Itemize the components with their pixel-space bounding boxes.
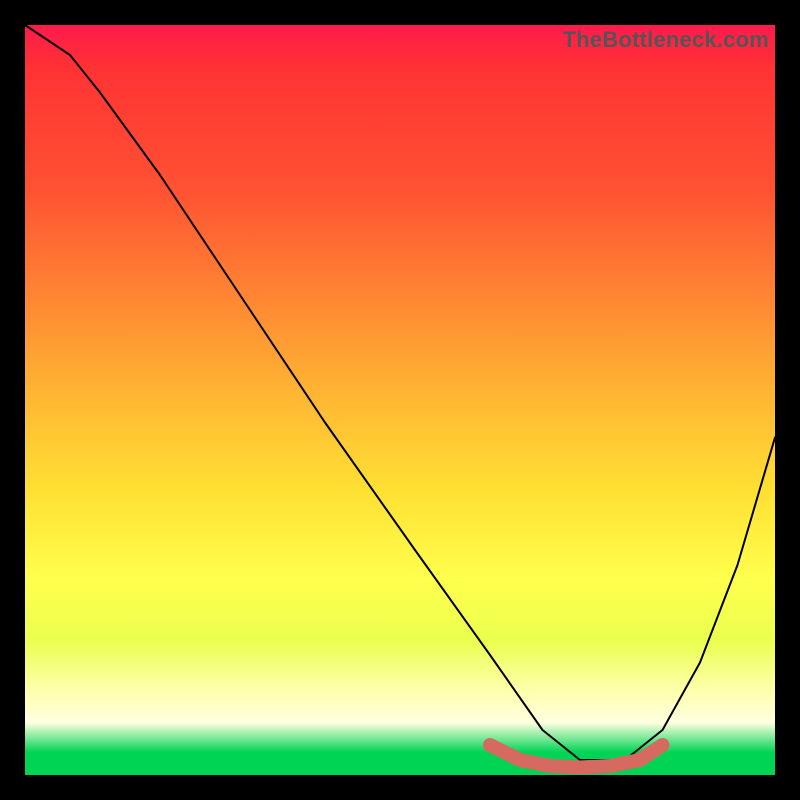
bottleneck-curve <box>25 25 775 760</box>
plot-area: TheBottleneck.com <box>25 25 775 775</box>
curve-overlay <box>25 25 775 775</box>
chart-container: TheBottleneck.com <box>0 0 800 800</box>
